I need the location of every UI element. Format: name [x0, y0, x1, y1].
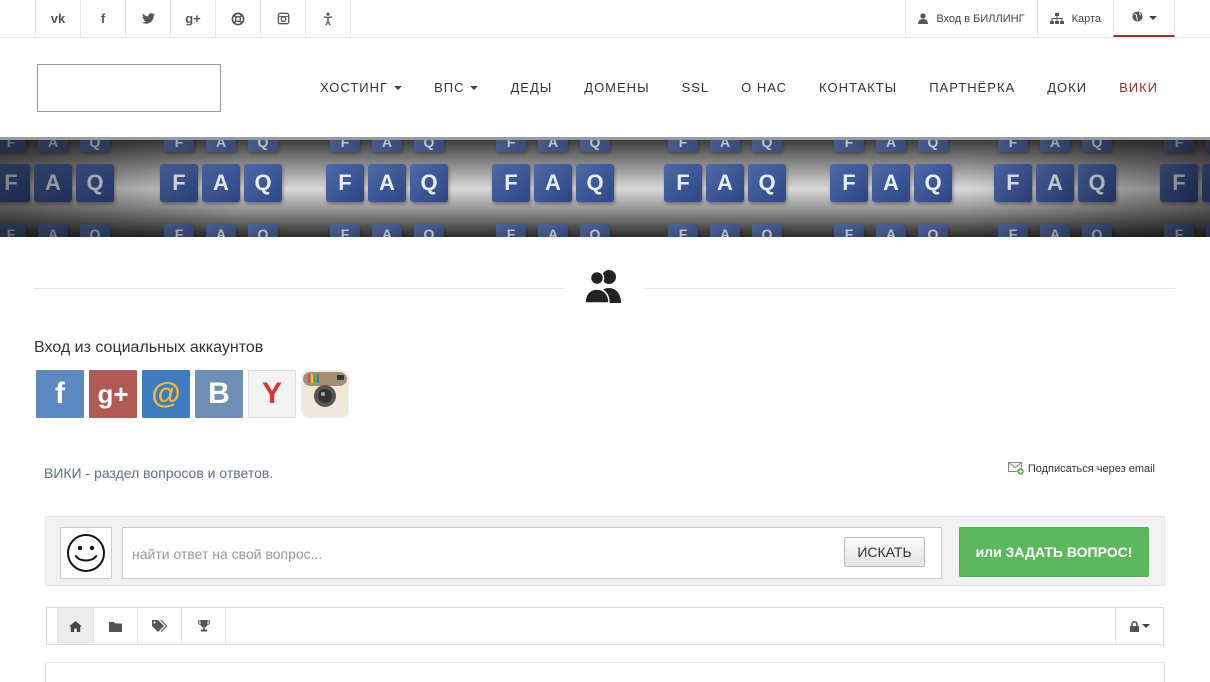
chevron-down-icon: [470, 85, 479, 90]
subscribe-label: Подписаться через email: [1027, 462, 1155, 475]
nav-item-dedicated[interactable]: ДЕДЫ: [510, 80, 552, 95]
yandex-login-button[interactable]: Y: [248, 370, 296, 418]
envelope-plus-icon: [1007, 462, 1024, 475]
site-logo[interactable]: [37, 64, 221, 112]
nav-item-partners[interactable]: ПАРТНЁРКА: [929, 80, 1015, 95]
nav-item-domains[interactable]: ДОМЕНЫ: [584, 80, 649, 95]
accessibility-icon[interactable]: [306, 0, 351, 37]
wiki-description: ВИКИ - раздел вопросов и ответов.: [44, 465, 273, 481]
chevron-down-icon: [1148, 15, 1157, 20]
vk-icon[interactable]: vk: [36, 0, 81, 37]
search-input[interactable]: [130, 536, 834, 572]
social-login-title: Вход из социальных аккаунтов: [34, 339, 264, 356]
main-nav: ХОСТИНГ ВПС ДЕДЫ ДОМЕНЫ SSL О НАС КОНТАК…: [320, 80, 1158, 95]
section-divider-left: [34, 288, 565, 289]
chevron-down-icon: [1141, 624, 1150, 628]
facebook-icon[interactable]: f: [81, 0, 126, 37]
billing-login-label: Вход в БИЛЛИНГ: [936, 12, 1025, 25]
ask-question-button[interactable]: или ЗАДАТЬ ВОПРОС!: [959, 527, 1149, 577]
mail-ru-login-button[interactable]: @: [142, 370, 190, 418]
faq-banner: FFFAAAQQQFFFAAAQQQFFFAAAQQQFFFAAAQQQFFFA…: [0, 140, 1210, 237]
account-dropdown[interactable]: [1115, 608, 1163, 644]
wiki-title: ВИКИ: [44, 465, 82, 481]
sitemap-label: Карта: [1071, 12, 1101, 25]
social-login-buttons: f g+ @ B Y: [36, 370, 349, 418]
twitter-icon[interactable]: [126, 0, 171, 37]
wiki-separator: -: [81, 465, 95, 481]
social-links: vk f g+: [35, 0, 351, 37]
subscribe-email-link[interactable]: Подписаться через email: [1007, 462, 1155, 475]
support-icon[interactable]: [216, 0, 261, 37]
instagram-icon[interactable]: [261, 0, 306, 37]
globe-icon: [1131, 10, 1143, 25]
lock-icon: [1129, 620, 1139, 632]
tags-icon: [151, 620, 167, 632]
vkontakte-login-button[interactable]: B: [195, 370, 243, 418]
nav-item-hosting[interactable]: ХОСТИНГ: [320, 80, 403, 95]
wiki-subtitle: раздел вопросов и ответов.: [94, 465, 274, 481]
nav-item-docs[interactable]: ДОКИ: [1047, 80, 1087, 95]
tab-tags[interactable]: [138, 608, 182, 644]
instagram-login-button[interactable]: [301, 370, 349, 418]
nav-item-about[interactable]: О НАС: [741, 80, 787, 95]
chevron-down-icon: [394, 85, 403, 90]
nav-item-label: ВПС: [434, 80, 465, 95]
nav-item-vps[interactable]: ВПС: [434, 80, 479, 95]
smiley-icon: [67, 534, 105, 572]
search-button[interactable]: ИСКАТЬ: [844, 537, 925, 567]
sitemap-link[interactable]: Карта: [1036, 0, 1113, 37]
instagram-icon: [303, 372, 347, 416]
section-divider-right: [645, 288, 1175, 289]
billing-login-link[interactable]: Вход в БИЛЛИНГ: [905, 0, 1036, 37]
folder-icon: [109, 621, 122, 632]
nav-item-wiki[interactable]: ВИКИ: [1119, 80, 1158, 95]
users-icon: [584, 268, 624, 304]
nav-item-label: ХОСТИНГ: [320, 80, 389, 95]
facebook-login-button[interactable]: f: [36, 370, 84, 418]
nav-item-ssl[interactable]: SSL: [682, 80, 710, 95]
trophy-icon: [197, 620, 210, 632]
user-icon: [918, 13, 929, 24]
google-plus-login-button[interactable]: g+: [89, 370, 137, 418]
tab-categories[interactable]: [94, 608, 138, 644]
wiki-tabs: [57, 608, 226, 644]
content-panel: [45, 662, 1165, 682]
language-dropdown[interactable]: [1113, 0, 1175, 37]
home-icon: [69, 620, 82, 632]
google-plus-icon[interactable]: g+: [171, 0, 216, 37]
avatar: [60, 527, 112, 579]
tab-home[interactable]: [57, 608, 94, 644]
sitemap-icon: [1049, 13, 1064, 24]
top-right-links: Вход в БИЛЛИНГ Карта: [905, 0, 1175, 37]
nav-item-contacts[interactable]: КОНТАКТЫ: [819, 80, 897, 95]
tab-leaderboard[interactable]: [182, 608, 226, 644]
